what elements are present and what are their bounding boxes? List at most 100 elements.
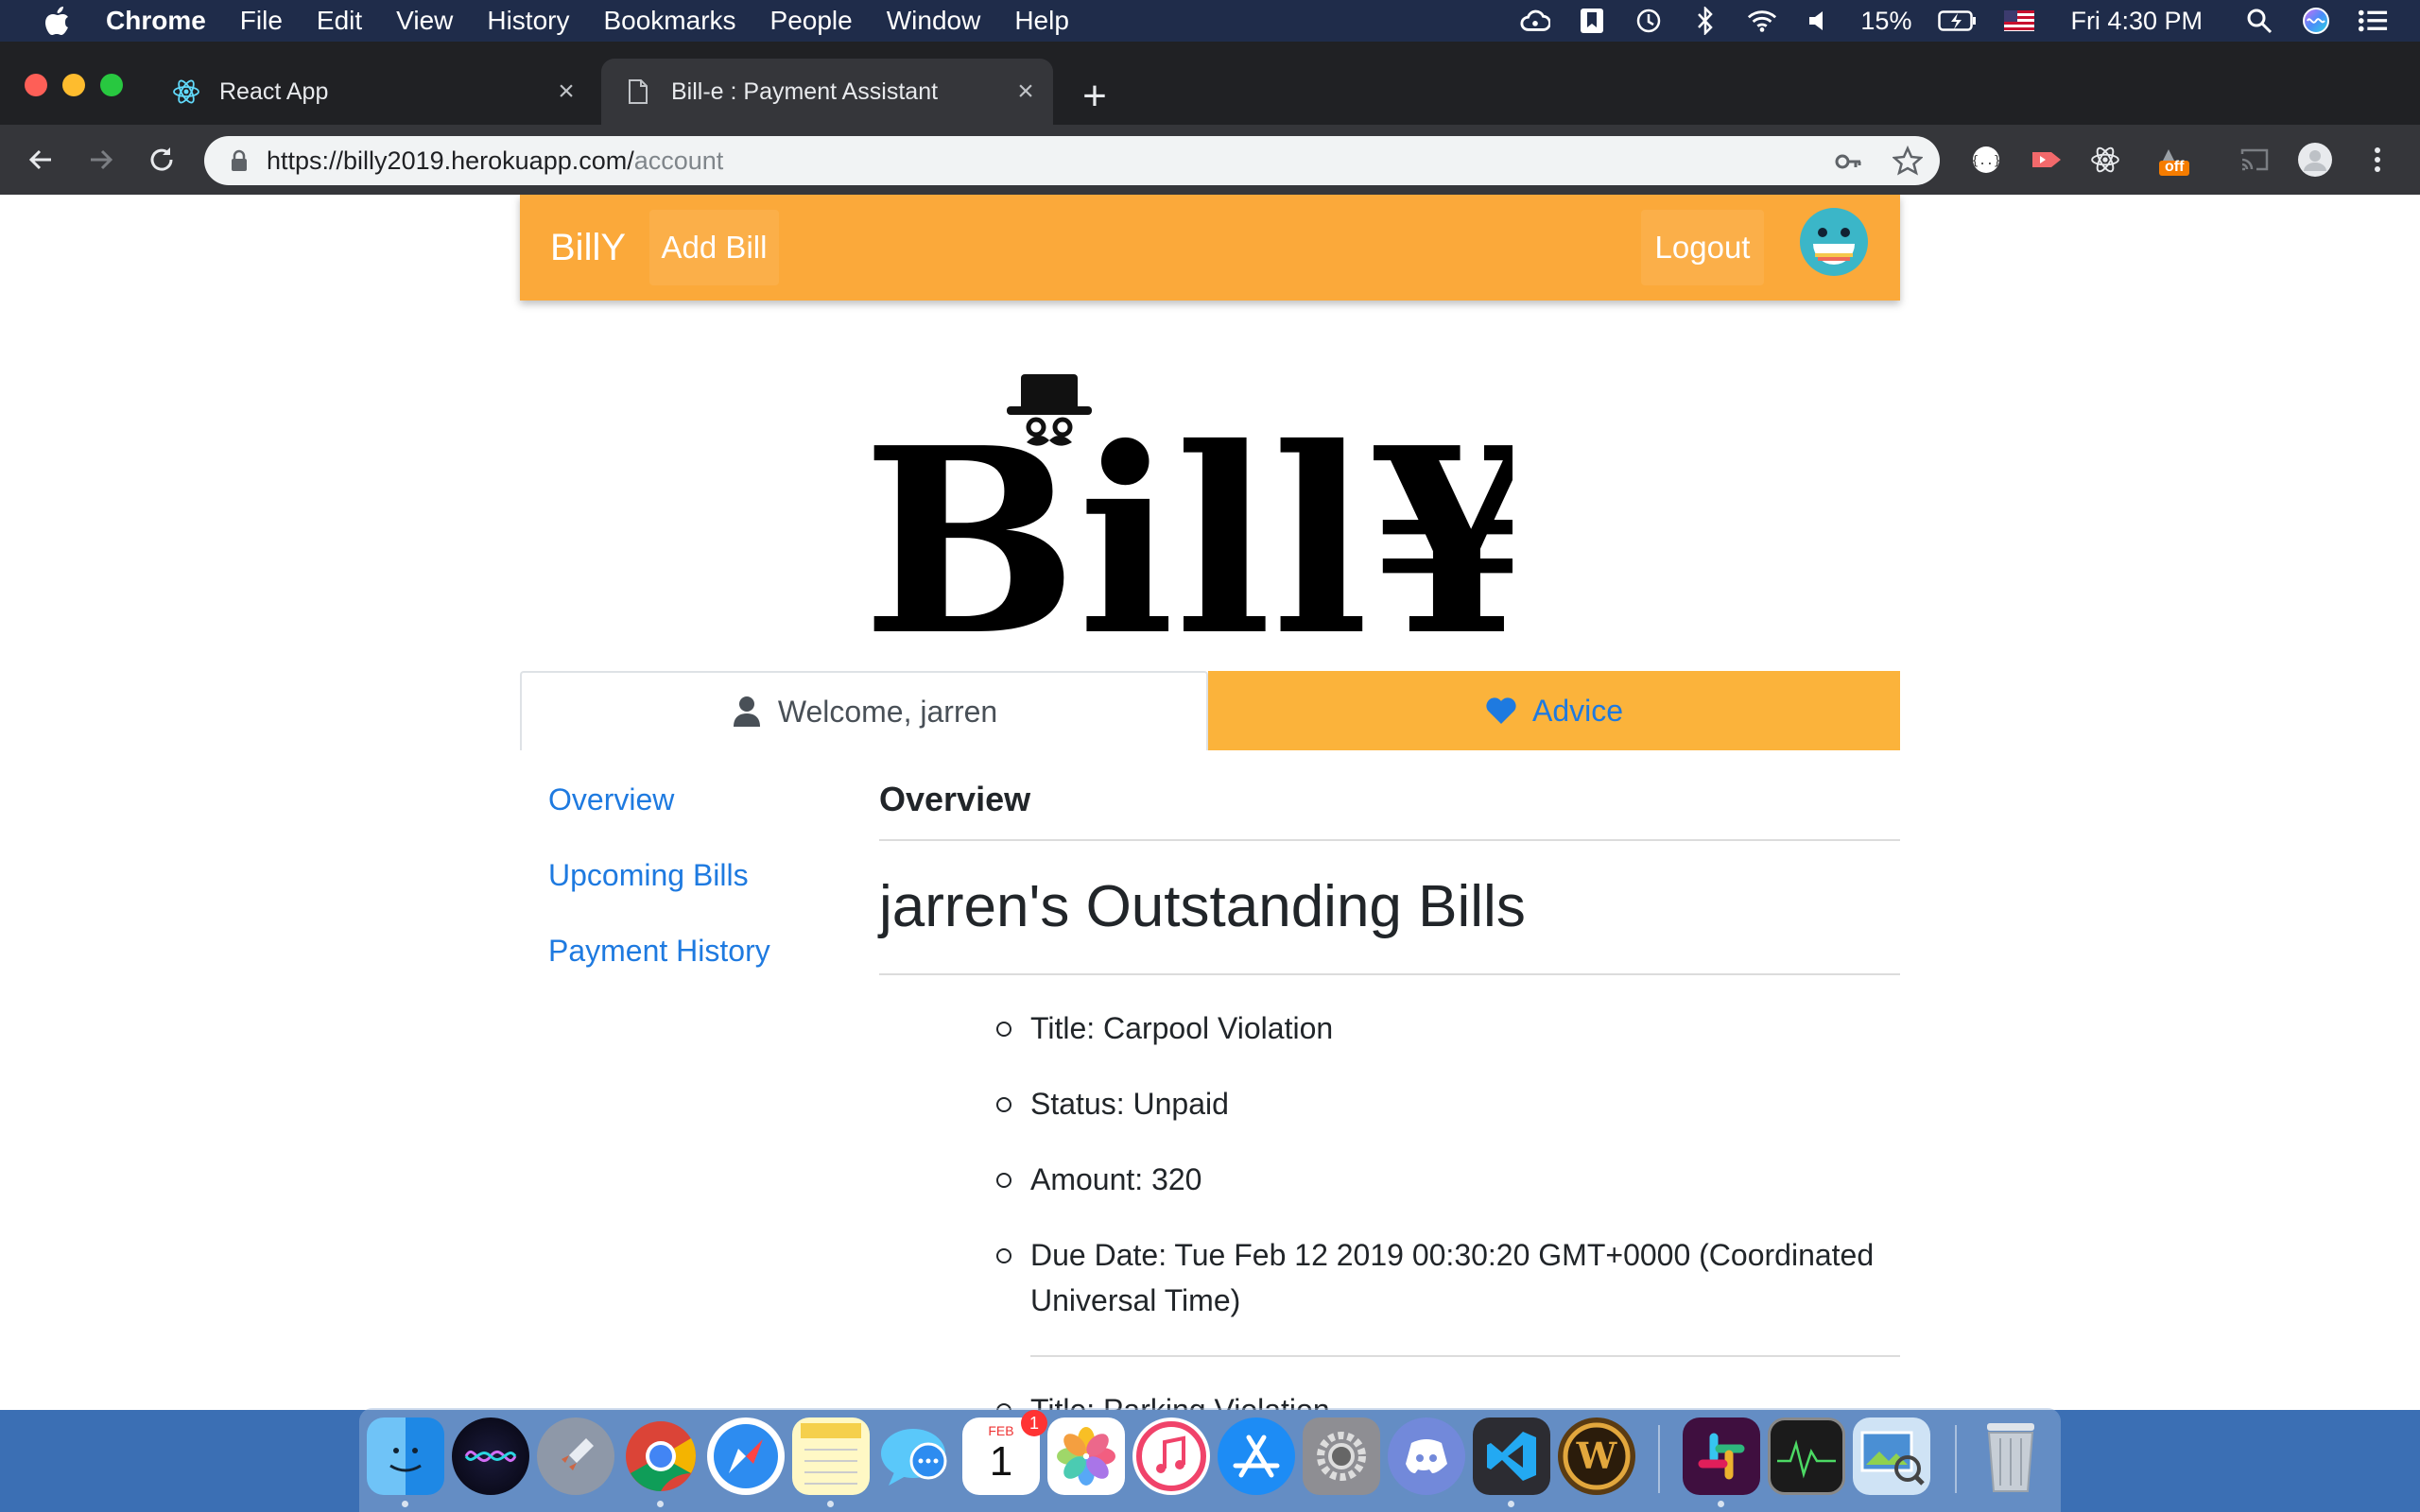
tab-bill-e[interactable]: Bill-e : Payment Assistant × [601, 59, 1053, 125]
calendar-icon[interactable]: FEB 1 1 [962, 1410, 1047, 1495]
web-page: BillY Add Bill Logout Bill¥ Welcome, jar… [0, 195, 2420, 1410]
close-tab-icon[interactable]: × [552, 76, 580, 107]
itunes-icon[interactable] [1132, 1418, 1210, 1495]
cast-icon[interactable] [2237, 142, 2273, 178]
bill-divider [1030, 1355, 1900, 1357]
menu-history[interactable]: History [487, 6, 569, 36]
browser-window: React App × Bill-e : Payment Assistant ×… [0, 42, 2420, 1410]
menu-app-name[interactable]: Chrome [106, 6, 206, 36]
extension-react-icon[interactable] [2087, 142, 2123, 178]
profile-avatar-icon[interactable] [2297, 142, 2333, 178]
clock[interactable]: Fri 4:30 PM [2070, 7, 2203, 36]
svg-text:W: W [1576, 1435, 1618, 1477]
url-path: account [633, 146, 724, 175]
maximize-window-button[interactable] [100, 74, 123, 96]
tab-welcome[interactable]: Welcome, jarren [520, 671, 1208, 750]
preview-icon[interactable] [1853, 1418, 1930, 1495]
close-tab-icon[interactable]: × [1011, 76, 1040, 107]
siri-icon[interactable] [2301, 6, 2331, 36]
photos-icon[interactable] [1047, 1418, 1125, 1495]
extension-badge-text: off [2165, 159, 2185, 175]
running-indicator [657, 1501, 664, 1507]
bill-title: Title: Carpool Violation [996, 1005, 1900, 1051]
bill-title: Title: Parking Violation [996, 1387, 1900, 1410]
sidenav-overview[interactable]: Overview [548, 762, 851, 837]
side-nav: Overview Upcoming Bills Payment History [548, 762, 851, 988]
account-tabs: Welcome, jarren Advice [520, 671, 1900, 750]
forward-arrow-icon[interactable] [81, 140, 121, 180]
back-arrow-icon[interactable] [21, 140, 60, 180]
messages-icon[interactable] [877, 1418, 955, 1495]
running-indicator [1508, 1501, 1514, 1507]
chrome-menu-icon[interactable] [2360, 142, 2395, 178]
vscode-icon[interactable] [1473, 1418, 1550, 1495]
chrome-icon[interactable] [622, 1418, 700, 1495]
bill-item: Title: Carpool Violation Status: Unpaid … [879, 1005, 1900, 1357]
trash-icon[interactable] [1972, 1418, 2049, 1495]
finder-icon[interactable] [367, 1418, 444, 1495]
time-machine-icon[interactable] [1634, 6, 1664, 36]
user-icon [731, 696, 763, 728]
sidenav-upcoming-bills[interactable]: Upcoming Bills [548, 837, 851, 913]
dock-separator [1658, 1425, 1660, 1493]
spotlight-search-icon[interactable] [2244, 6, 2274, 36]
menu-window[interactable]: Window [887, 6, 981, 36]
menu-view[interactable]: View [396, 6, 453, 36]
system-preferences-icon[interactable] [1303, 1418, 1380, 1495]
menu-edit[interactable]: Edit [317, 6, 362, 36]
menu-people[interactable]: People [770, 6, 853, 36]
address-bar[interactable]: https://billy2019.herokuapp.com/account [204, 136, 1940, 185]
bookmark-app-icon[interactable] [1577, 6, 1607, 36]
apple-icon[interactable] [36, 0, 78, 42]
wifi-icon[interactable] [1747, 6, 1777, 36]
creative-cloud-icon[interactable] [1520, 6, 1551, 36]
main-content: Overview jarren's Outstanding Bills Titl… [879, 762, 1900, 1410]
tab-advice[interactable]: Advice [1208, 671, 1900, 750]
tab-title: Bill-e : Payment Assistant [671, 77, 939, 105]
extension-off-icon[interactable]: off [2153, 142, 2189, 178]
lock-icon[interactable] [227, 148, 251, 173]
siri-icon[interactable] [452, 1418, 529, 1495]
us-flag-icon[interactable] [2004, 6, 2035, 36]
battery-percent: 15% [1860, 6, 1912, 35]
notification-center-icon[interactable] [2358, 6, 2388, 36]
battery-icon[interactable] [1938, 6, 1978, 36]
app-store-icon[interactable] [1218, 1418, 1295, 1495]
page-icon [624, 77, 652, 106]
volume-icon[interactable] [1804, 6, 1834, 36]
world-of-warcraft-icon[interactable]: W [1558, 1418, 1635, 1495]
close-window-button[interactable] [25, 74, 47, 96]
extension-video-icon[interactable] [2029, 142, 2065, 178]
menu-bar: Chrome File Edit View History Bookmarks … [0, 0, 2420, 42]
dock: FEB 1 1 W [359, 1408, 2061, 1512]
safari-icon[interactable] [707, 1418, 785, 1495]
new-tab-button[interactable]: + [1076, 76, 1114, 117]
minimize-window-button[interactable] [62, 74, 85, 96]
menu-bookmarks[interactable]: Bookmarks [603, 6, 735, 36]
divider [879, 973, 1900, 975]
slack-icon[interactable] [1683, 1418, 1760, 1495]
key-icon[interactable] [1834, 147, 1862, 176]
dock-separator [1955, 1425, 1957, 1493]
launchpad-icon[interactable] [537, 1418, 614, 1495]
menu-file[interactable]: File [240, 6, 283, 36]
user-avatar-icon[interactable] [1800, 208, 1868, 276]
logout-button[interactable]: Logout [1641, 210, 1764, 285]
activity-monitor-icon[interactable] [1768, 1418, 1845, 1495]
bluetooth-icon[interactable] [1690, 6, 1720, 36]
notes-icon[interactable] [792, 1418, 870, 1495]
tab-advice-label: Advice [1531, 693, 1624, 728]
bookmark-star-icon[interactable] [1891, 145, 1925, 176]
billy-logo: Bill¥ [851, 365, 1547, 692]
brand-link[interactable]: BillY [550, 227, 626, 269]
section-title: Overview [879, 780, 1031, 818]
tab-react-app[interactable]: React App × [149, 59, 594, 125]
sidenav-payment-history[interactable]: Payment History [548, 913, 851, 988]
discord-icon[interactable] [1388, 1418, 1465, 1495]
extension-json-icon[interactable]: {..} [1968, 142, 2004, 178]
add-bill-button[interactable]: Add Bill [649, 210, 779, 285]
running-indicator [827, 1501, 834, 1507]
logo-text: Bill¥ [862, 391, 1512, 648]
menu-help[interactable]: Help [1014, 6, 1069, 36]
reload-icon[interactable] [142, 140, 182, 180]
